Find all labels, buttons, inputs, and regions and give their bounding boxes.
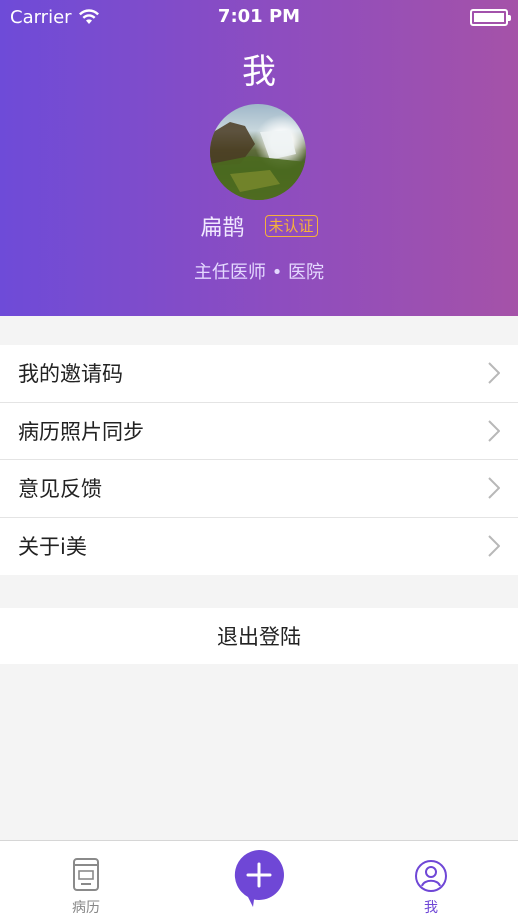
verify-status-badge[interactable]: 未认证 xyxy=(264,215,318,237)
tab-records[interactable]: 病历 xyxy=(56,841,116,920)
status-bar: Carrier 7:01 PM xyxy=(0,0,518,34)
user-profile-icon xyxy=(415,860,447,892)
page-title: 我 xyxy=(242,52,276,92)
menu-item-label: 病历照片同步 xyxy=(18,419,144,444)
doctor-name: 扁鹊 xyxy=(200,216,245,241)
logout-button[interactable]: 退出登陆 xyxy=(0,608,518,664)
medical-record-icon xyxy=(73,858,99,891)
chevron-right-icon xyxy=(488,362,500,384)
chevron-right-icon xyxy=(488,420,500,442)
status-time: 7:01 PM xyxy=(217,6,301,27)
menu-item-invite-code[interactable]: 我的邀请码 xyxy=(0,345,518,403)
avatar[interactable] xyxy=(210,104,306,200)
doctor-title: 主任医师 • 医院 xyxy=(193,262,325,283)
chevron-right-icon xyxy=(488,477,500,499)
tab-me-label: 我 xyxy=(424,900,438,916)
tab-me[interactable]: 我 xyxy=(401,841,461,920)
add-record-button[interactable] xyxy=(233,849,285,909)
chevron-right-icon xyxy=(488,535,500,557)
menu-item-photo-sync[interactable]: 病历照片同步 xyxy=(0,403,518,460)
tab-records-label: 病历 xyxy=(72,900,100,916)
menu-item-label: 我的邀请码 xyxy=(18,362,123,387)
profile-header: Carrier 7:01 PM 我 扁鹊 未认证 主任医师 • 医院 xyxy=(0,0,518,316)
battery-icon xyxy=(470,8,511,26)
menu-item-feedback[interactable]: 意见反馈 xyxy=(0,460,518,518)
settings-menu: 我的邀请码 病历照片同步 意见反馈 关于i美 xyxy=(0,345,518,575)
menu-item-label: 关于i美 xyxy=(18,535,87,560)
avatar-landscape-icon xyxy=(210,122,306,200)
menu-item-label: 意见反馈 xyxy=(18,477,102,502)
name-row: 扁鹊 未认证 xyxy=(0,210,518,242)
menu-item-about[interactable]: 关于i美 xyxy=(0,518,518,576)
